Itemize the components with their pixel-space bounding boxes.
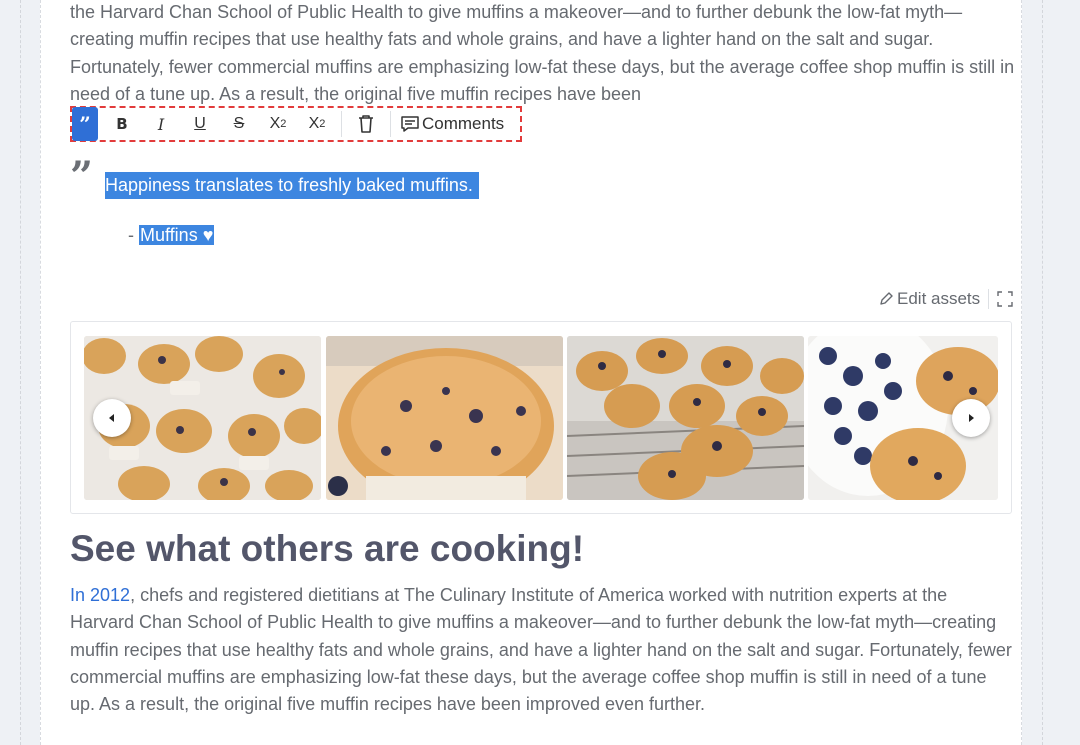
blueberry-muffin-image — [326, 336, 563, 500]
toolbar-divider — [341, 111, 342, 137]
pencil-icon — [880, 292, 893, 305]
citation-selected-text: Muffins ♥ — [139, 225, 215, 245]
inline-format-toolbar: ” B I U S X2 X2 Comments — [70, 106, 522, 142]
trash-icon — [359, 115, 373, 133]
delete-button[interactable] — [351, 108, 381, 140]
toolbar-divider — [390, 111, 391, 137]
comments-button[interactable]: Comments — [400, 108, 504, 140]
comment-icon — [401, 116, 419, 132]
paragraph-bottom[interactable]: In 2012, chefs and registered dietitians… — [70, 582, 1015, 718]
quote-icon: ” — [79, 112, 91, 136]
blockquote-citation[interactable]: - Muffins ♥ — [128, 222, 215, 248]
italic-button[interactable]: I — [146, 108, 176, 140]
bold-button[interactable]: B — [107, 108, 137, 140]
image-gallery-carousel[interactable] — [70, 321, 1012, 514]
superscript-button[interactable]: X2 — [302, 108, 332, 140]
editor-guide-right — [1042, 0, 1043, 745]
section-heading[interactable]: See what others are cooking! — [70, 527, 584, 571]
paragraph-top[interactable]: the Harvard Chan School of Public Health… — [70, 0, 1015, 108]
underline-button[interactable]: U — [185, 108, 215, 140]
gallery-slide[interactable] — [567, 336, 804, 500]
blockquote-button[interactable]: ” — [72, 107, 98, 141]
subscript-button[interactable]: X2 — [263, 108, 293, 140]
carousel-next-button[interactable] — [952, 399, 990, 437]
chevron-left-icon — [109, 414, 114, 422]
year-link[interactable]: In 2012 — [70, 585, 130, 605]
chevron-right-icon — [969, 414, 974, 422]
edit-assets-button[interactable]: Edit assets — [897, 289, 980, 309]
gallery-slide[interactable] — [326, 336, 563, 500]
muffins-rack-image — [567, 336, 804, 500]
editor-canvas[interactable]: the Harvard Chan School of Public Health… — [40, 0, 1022, 745]
fullscreen-icon[interactable] — [997, 291, 1013, 307]
blockquote-text[interactable]: Happiness translates to freshly baked mu… — [105, 172, 479, 199]
strikethrough-button[interactable]: S — [224, 108, 254, 140]
editor-guide-left — [20, 0, 21, 745]
quote-mark-icon: ” — [70, 153, 94, 200]
carousel-prev-button[interactable] — [93, 399, 131, 437]
edit-assets-control: Edit assets — [878, 289, 1013, 309]
